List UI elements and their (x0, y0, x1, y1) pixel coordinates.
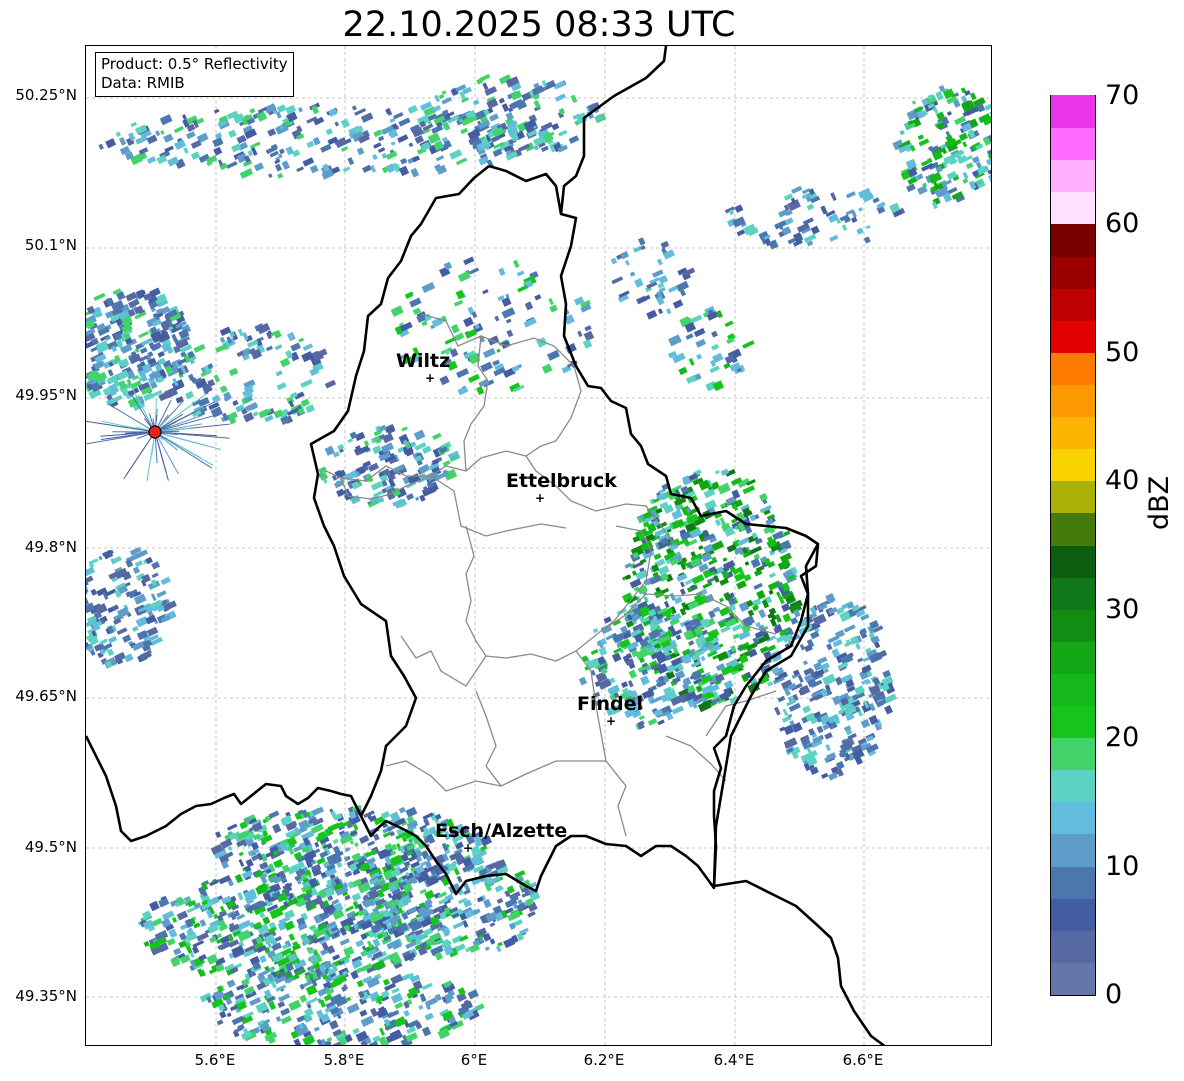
radar-site-dot (148, 425, 162, 439)
city-label-ettelbruck: Ettelbruck (506, 470, 617, 492)
colorbar-tick-label: 10 (1105, 851, 1140, 882)
colorbar-segment (1051, 833, 1095, 867)
colorbar-segment (1051, 577, 1095, 610)
colorbar-segment (1051, 352, 1095, 385)
colorbar-segment (1051, 95, 1095, 129)
colorbar-segment (1051, 673, 1095, 707)
lon-tick-label: 6.4°E (713, 1051, 755, 1069)
product-info-box: Product: 0.5° Reflectivity Data: RMIB (95, 52, 294, 97)
lat-tick-label: 49.95°N (15, 386, 77, 404)
radar-echoes (86, 73, 991, 1045)
map-title: 22.10.2025 08:33 UTC (342, 5, 736, 45)
colorbar-segment (1051, 769, 1095, 803)
lon-tick-label: 6.6°E (842, 1051, 884, 1069)
colorbar-segment (1051, 512, 1095, 546)
city-marker-icon: + (606, 714, 617, 728)
colorbar-tick-label: 70 (1105, 80, 1140, 111)
radar-site-marker (148, 425, 162, 439)
lat-tick-label: 49.65°N (15, 687, 77, 705)
colorbar-tick-label: 60 (1105, 208, 1140, 239)
lat-tick-label: 49.35°N (15, 987, 77, 1005)
lon-tick-label: 5.6°E (194, 1051, 236, 1069)
colorbar-segment (1051, 384, 1095, 418)
colorbar-segment (1051, 801, 1095, 835)
colorbar-segment (1051, 930, 1095, 963)
colorbar-segment (1051, 480, 1095, 514)
data-source-label: Data: RMIB (101, 74, 185, 92)
city-marker-icon: + (535, 491, 546, 505)
lon-tick-label: 6°E (460, 1051, 488, 1069)
city-marker-icon: + (463, 841, 474, 855)
lat-tick-label: 50.25°N (15, 86, 77, 104)
radar-map (85, 45, 992, 1046)
lat-tick-label: 50.1°N (24, 236, 77, 254)
lon-tick-label: 6.2°E (583, 1051, 625, 1069)
colorbar-segment (1051, 898, 1095, 931)
colorbar-tick-label: 30 (1105, 594, 1140, 625)
colorbar-segment (1051, 320, 1095, 353)
colorbar-segment (1051, 223, 1095, 257)
colorbar-segment (1051, 962, 1095, 995)
city-label-esch-alzette: Esch/Alzette (435, 820, 568, 842)
colorbar-segment (1051, 191, 1095, 225)
colorbar-segment (1051, 127, 1095, 161)
city-label-findel: Findel (577, 693, 644, 715)
lat-tick-label: 49.8°N (24, 538, 77, 556)
colorbar-segment (1051, 159, 1095, 193)
colorbar-segment (1051, 416, 1095, 450)
city-label-wiltz: Wiltz (396, 350, 451, 372)
colorbar-tick-label: 50 (1105, 337, 1140, 368)
colorbar-segment (1051, 255, 1095, 289)
city-marker-icon: + (425, 371, 436, 385)
colorbar-segment (1051, 641, 1095, 674)
colorbar-segment (1051, 544, 1095, 578)
colorbar-segment (1051, 448, 1095, 482)
product-label: Product: 0.5° Reflectivity (101, 55, 288, 73)
colorbar-tick-label: 40 (1105, 465, 1140, 496)
colorbar-segment (1051, 705, 1095, 739)
colorbar-segment (1051, 865, 1095, 899)
colorbar-segment (1051, 737, 1095, 771)
lon-tick-label: 5.8°E (323, 1051, 365, 1069)
colorbar-tick-label: 20 (1105, 722, 1140, 753)
colorbar-segment (1051, 609, 1095, 642)
dbz-colorbar (1050, 95, 1096, 996)
colorbar-tick-label: 0 (1105, 979, 1123, 1010)
colorbar-unit-label: dBZ (1144, 475, 1175, 530)
colorbar-segment (1051, 288, 1095, 321)
lat-tick-label: 49.5°N (24, 838, 77, 856)
